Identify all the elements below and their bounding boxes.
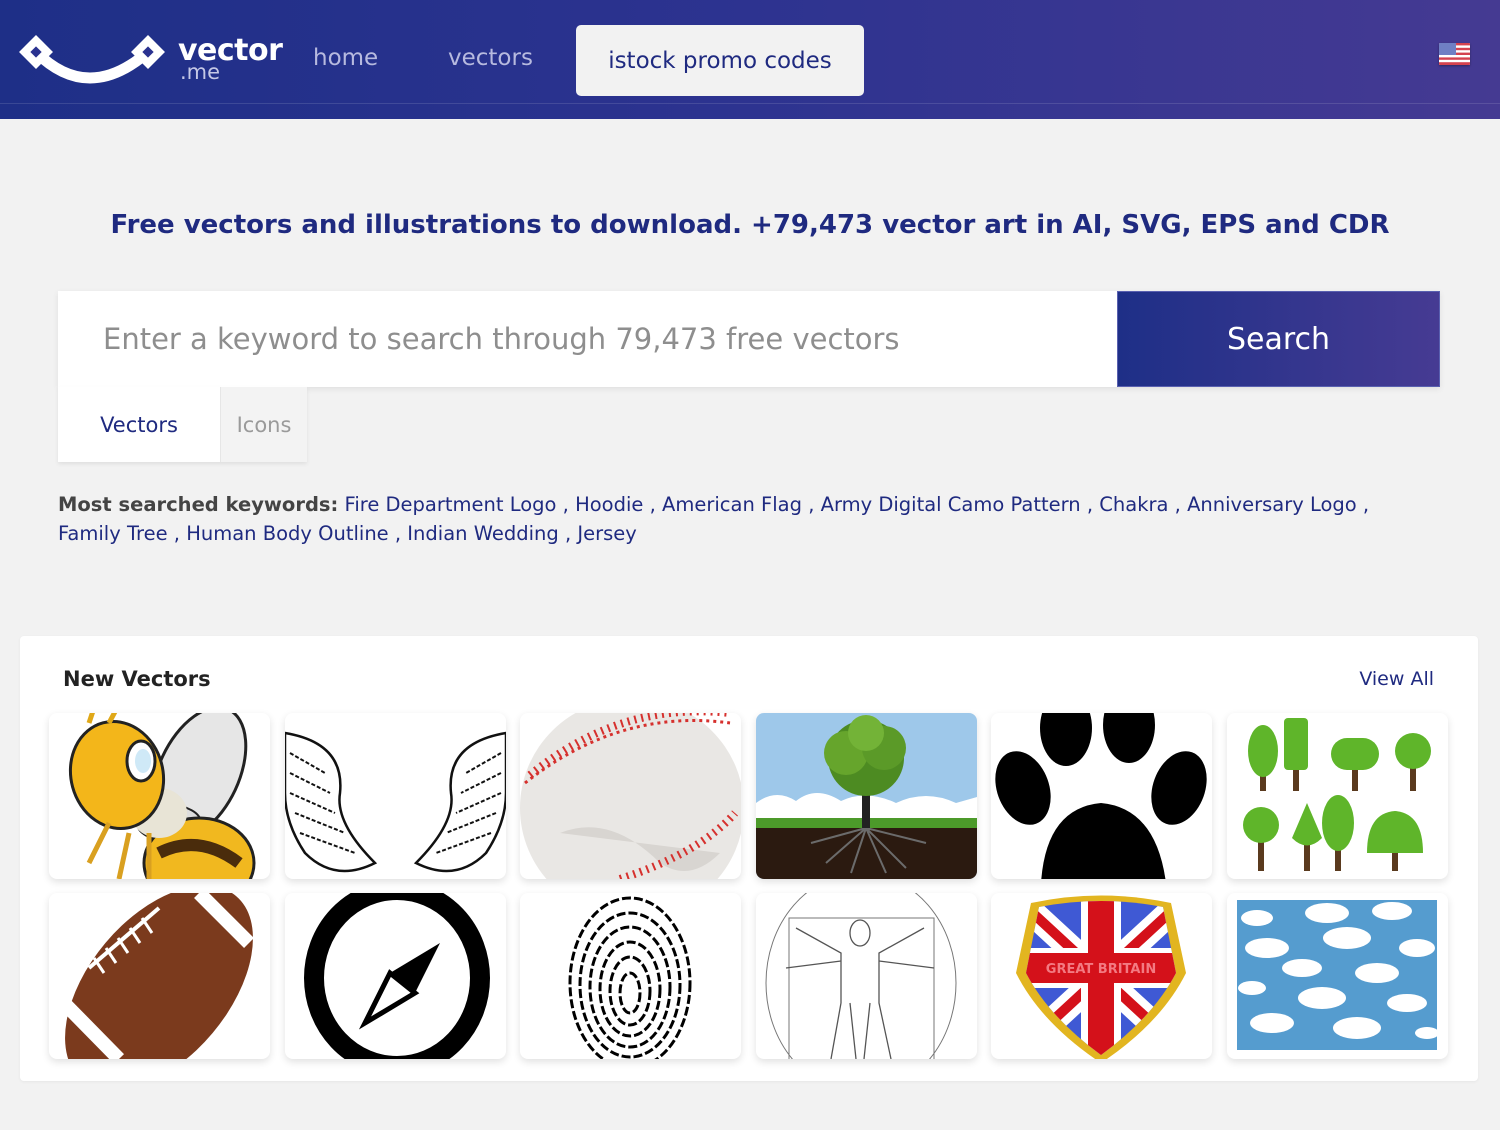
keyword-link[interactable]: Jersey (577, 522, 636, 545)
tab-icons[interactable]: Icons (220, 387, 307, 462)
keyword-link[interactable]: Family Tree (58, 522, 168, 545)
keywords-label: Most searched keywords: (58, 493, 339, 516)
keyword-link[interactable]: Army Digital Camo Pattern (821, 493, 1081, 516)
keyword-separator: , (1168, 493, 1188, 516)
tagline-count: +79,473 vector art in AI, SVG, EPS and C… (751, 210, 1390, 240)
keyword-separator: , (1356, 493, 1370, 516)
vector-thumb-compass[interactable] (284, 893, 506, 1059)
american-football-image (59, 893, 254, 1059)
fingerprint-image (568, 896, 692, 1059)
clouds-pattern-image (1236, 900, 1439, 1050)
baseball-image (520, 713, 741, 879)
vector-thumb-great-britain-shield[interactable]: GREAT BRITAIN (991, 893, 1212, 1059)
keyword-link[interactable]: Hoodie (575, 493, 643, 516)
nav-istock-promo-codes[interactable]: istock promo codes (576, 25, 864, 96)
nav-vectors[interactable]: vectors (448, 40, 533, 76)
vector-thumb-tree-roots[interactable] (755, 713, 977, 879)
site-header: vector .me home vectors istock promo cod… (0, 0, 1500, 119)
keyword-separator: , (802, 493, 821, 516)
great-britain-shield-image: GREAT BRITAIN (1016, 895, 1186, 1059)
tab-vectors[interactable]: Vectors (58, 387, 220, 462)
search-input[interactable] (58, 291, 1117, 387)
tagline: Free vectors and illustrations to downlo… (0, 205, 1500, 245)
section-title: New Vectors (63, 667, 211, 691)
keyword-separator: , (558, 522, 578, 545)
keyword-link[interactable]: Anniversary Logo (1187, 493, 1357, 516)
compass-image (303, 893, 490, 1059)
paw-print-image (995, 713, 1207, 879)
keyword-link[interactable]: American Flag (662, 493, 802, 516)
most-searched-keywords: Most searched keywords: Fire Department … (58, 490, 1438, 548)
logo-domain: .me (180, 60, 221, 84)
tagline-text: Free vectors and illustrations to downlo… (110, 210, 752, 240)
vector-thumb-vitruvian-man[interactable] (755, 893, 977, 1059)
logo-smile-icon (19, 35, 165, 84)
us-flag-icon[interactable] (1439, 43, 1470, 65)
trees-set-image (1242, 718, 1431, 871)
keyword-link[interactable]: Fire Department Logo (345, 493, 557, 516)
new-vectors-section: New Vectors View All GREAT BRITAIN (20, 636, 1478, 1081)
vector-thumb-fingerprint[interactable] (520, 893, 741, 1059)
keyword-separator: , (388, 522, 408, 545)
vector-thumb-trees-set[interactable] (1226, 713, 1448, 879)
vector-thumb-baseball[interactable] (520, 713, 741, 879)
great-britain-text: GREAT BRITAIN (1046, 962, 1156, 977)
vitruvian-man-image (765, 893, 956, 1059)
bee-image (68, 713, 256, 879)
keyword-link[interactable]: Indian Wedding (407, 522, 558, 545)
search-form: Search (58, 291, 1440, 387)
vector-thumb-american-football[interactable] (49, 893, 270, 1059)
tree-roots-image (755, 713, 977, 879)
vector-thumb-bee[interactable] (49, 713, 270, 879)
keyword-separator: , (556, 493, 576, 516)
keyword-separator: , (643, 493, 663, 516)
keyword-separator: , (167, 522, 187, 545)
site-logo[interactable]: vector .me (18, 34, 293, 86)
vector-thumb-clouds-pattern[interactable] (1226, 893, 1448, 1059)
vector-thumb-paw-print[interactable] (991, 713, 1212, 879)
search-button[interactable]: Search (1117, 291, 1440, 387)
keyword-link[interactable]: Human Body Outline (186, 522, 389, 545)
keyword-link[interactable]: Chakra (1099, 493, 1168, 516)
angel-wings-image (284, 731, 506, 873)
vector-grid: GREAT BRITAIN (49, 713, 1448, 1059)
vector-thumb-angel-wings[interactable] (284, 713, 506, 879)
nav-home[interactable]: home (313, 40, 378, 76)
view-all-link[interactable]: View All (1359, 664, 1434, 694)
search-type-tabs: Vectors Icons (58, 387, 307, 462)
keyword-separator: , (1080, 493, 1100, 516)
